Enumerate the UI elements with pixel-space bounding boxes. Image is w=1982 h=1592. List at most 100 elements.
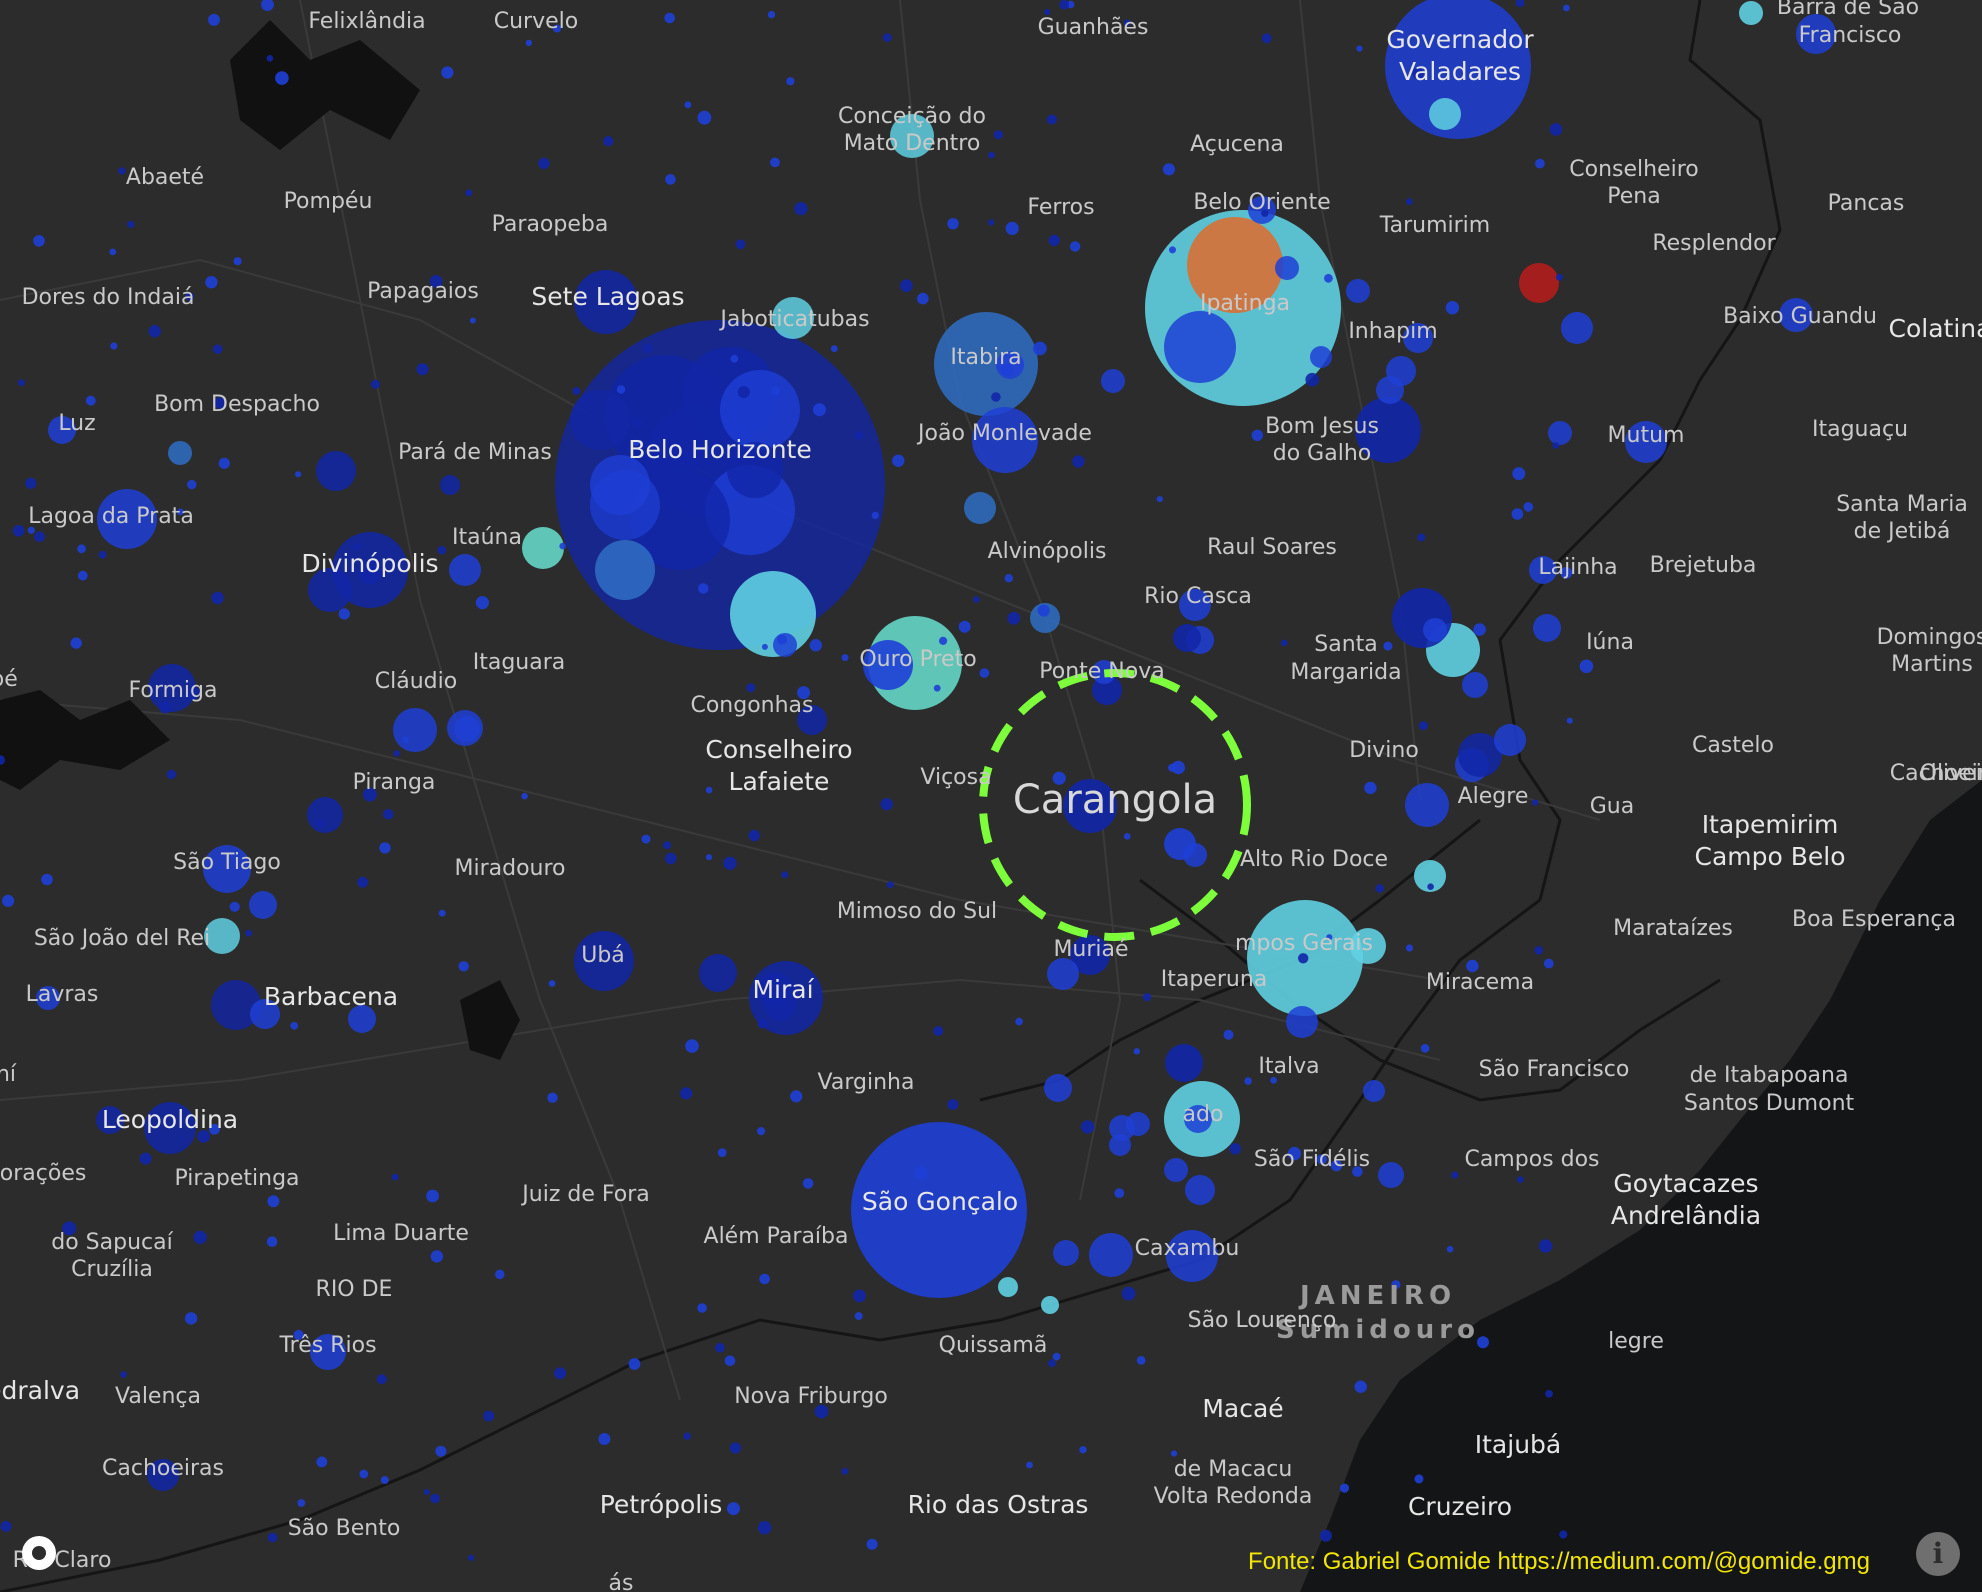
- city-dot[interactable]: [1418, 721, 1428, 731]
- city-dot[interactable]: [641, 834, 651, 844]
- city-bubble[interactable]: [1429, 98, 1461, 130]
- city-dot[interactable]: [947, 1099, 959, 1110]
- city-dot[interactable]: [465, 189, 473, 197]
- city-dot[interactable]: [993, 130, 1004, 140]
- city-dot[interactable]: [159, 701, 172, 714]
- city-dot[interactable]: [208, 13, 220, 26]
- city-bubble[interactable]: [1363, 1080, 1385, 1102]
- map-view[interactable]: Felixlândia Curvelo Guanhães Governador Vala…: [0, 0, 1982, 1592]
- city-dot[interactable]: [380, 1476, 389, 1484]
- city-dot[interactable]: [1048, 1359, 1056, 1368]
- city-dot[interactable]: [1026, 1461, 1033, 1469]
- city-dot[interactable]: [757, 1127, 766, 1136]
- city-dot[interactable]: [77, 544, 86, 554]
- city-dot[interactable]: [316, 1456, 328, 1468]
- city-dot[interactable]: [665, 852, 677, 865]
- city-dot[interactable]: [1383, 641, 1393, 651]
- city-dot[interactable]: [643, 343, 653, 353]
- city-bubble[interactable]: [522, 527, 564, 569]
- city-dot[interactable]: [267, 1195, 280, 1208]
- city-bubble[interactable]: [1286, 1006, 1318, 1038]
- city-bubble[interactable]: [1173, 624, 1201, 652]
- city-dot[interactable]: [886, 881, 894, 889]
- city-dot[interactable]: [684, 101, 692, 109]
- city-dot[interactable]: [430, 1493, 440, 1504]
- city-dot[interactable]: [229, 901, 240, 912]
- city-dot[interactable]: [757, 1018, 768, 1029]
- city-dot[interactable]: [973, 596, 980, 603]
- city-dot[interactable]: [723, 856, 737, 870]
- city-bubble[interactable]: [1376, 376, 1404, 404]
- city-dot[interactable]: [1552, 442, 1560, 449]
- city-dot[interactable]: [1532, 799, 1539, 806]
- city-dot[interactable]: [18, 379, 25, 387]
- city-bubble[interactable]: [307, 797, 343, 833]
- city-dot[interactable]: [211, 591, 224, 605]
- city-dot[interactable]: [631, 417, 643, 428]
- city-dot[interactable]: [1566, 717, 1573, 724]
- city-bubble[interactable]: [1533, 614, 1561, 642]
- city-dot[interactable]: [267, 1532, 278, 1543]
- city-bubble[interactable]: [1053, 1240, 1079, 1266]
- city-dot[interactable]: [1427, 883, 1434, 890]
- city-dot[interactable]: [900, 279, 913, 293]
- city-bubble[interactable]: [1561, 312, 1593, 344]
- city-dot[interactable]: [1251, 429, 1264, 441]
- city-dot[interactable]: [554, 1367, 567, 1380]
- city-dot[interactable]: [391, 1173, 399, 1181]
- city-dot[interactable]: [559, 542, 566, 550]
- city-dot[interactable]: [548, 980, 556, 987]
- city-dot[interactable]: [1516, 1176, 1524, 1183]
- city-dot[interactable]: [748, 829, 760, 842]
- city-dot[interactable]: [727, 1502, 740, 1516]
- city-dot[interactable]: [1080, 1120, 1095, 1134]
- city-dot[interactable]: [1356, 45, 1363, 52]
- city-dot[interactable]: [572, 387, 581, 395]
- city-dot[interactable]: [437, 545, 447, 555]
- city-dot[interactable]: [1445, 301, 1460, 315]
- city-dot[interactable]: [759, 1273, 770, 1285]
- city-dot[interactable]: [1244, 1077, 1252, 1085]
- city-dot[interactable]: [538, 157, 550, 170]
- city-dot[interactable]: [41, 873, 53, 886]
- city-dot[interactable]: [383, 808, 394, 820]
- city-dot[interactable]: [438, 909, 446, 917]
- city-dot[interactable]: [233, 257, 242, 266]
- city-dot[interactable]: [802, 1178, 814, 1189]
- city-dot[interactable]: [914, 1166, 928, 1180]
- city-dot[interactable]: [883, 33, 892, 42]
- city-dot[interactable]: [1072, 455, 1085, 468]
- city-dot[interactable]: [664, 12, 675, 24]
- city-bubble[interactable]: [590, 455, 650, 515]
- city-dot[interactable]: [1223, 1029, 1234, 1040]
- city-bubble[interactable]: [1494, 724, 1526, 756]
- city-dot[interactable]: [212, 344, 223, 355]
- city-bubble[interactable]: [1423, 618, 1447, 642]
- city-dot[interactable]: [1114, 1188, 1125, 1198]
- city-dot[interactable]: [794, 202, 808, 216]
- city-dot[interactable]: [854, 430, 864, 440]
- city-bubble[interactable]: [1346, 279, 1370, 303]
- city-dot[interactable]: [628, 1358, 641, 1370]
- city-dot[interactable]: [1046, 114, 1057, 125]
- city-dot[interactable]: [1512, 467, 1526, 481]
- city-bubble[interactable]: [1392, 588, 1452, 648]
- city-dot[interactable]: [148, 325, 161, 338]
- city-dot[interactable]: [1261, 33, 1272, 44]
- city-bubble[interactable]: [1047, 958, 1079, 990]
- city-bubble[interactable]: [454, 716, 480, 742]
- city-dot[interactable]: [483, 1410, 495, 1422]
- city-dot[interactable]: [958, 620, 971, 633]
- city-dot[interactable]: [70, 637, 82, 649]
- city-bubble[interactable]: [1275, 256, 1299, 280]
- city-dot[interactable]: [184, 1312, 198, 1325]
- city-dot[interactable]: [423, 1489, 430, 1495]
- city-dot[interactable]: [1549, 123, 1563, 136]
- city-bubble[interactable]: [440, 475, 460, 495]
- city-bubble[interactable]: [964, 492, 996, 524]
- city-dot[interactable]: [1005, 221, 1019, 235]
- city-dot[interactable]: [1305, 372, 1319, 387]
- city-bubble[interactable]: [1109, 1134, 1131, 1156]
- city-dot[interactable]: [1451, 1171, 1459, 1179]
- city-dot[interactable]: [1579, 659, 1594, 674]
